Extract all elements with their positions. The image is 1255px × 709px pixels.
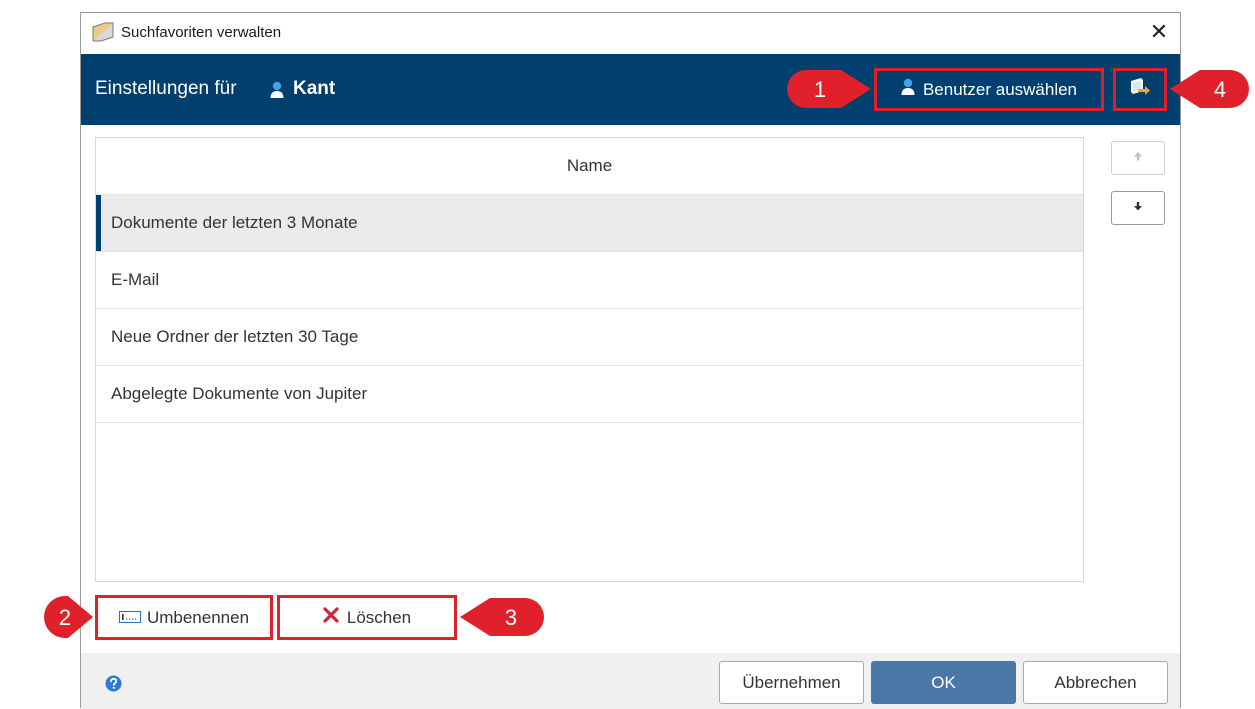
callout-4: 4	[1168, 66, 1254, 117]
list-item-label: Dokumente der letzten 3 Monate	[111, 213, 358, 232]
column-header-name: Name	[96, 138, 1083, 195]
list-item-label: E-Mail	[111, 270, 160, 289]
callout-3: 3	[458, 594, 550, 645]
title-bar: Suchfavoriten verwalten ✕	[81, 13, 1180, 54]
cancel-button[interactable]: Abbrechen	[1023, 661, 1168, 704]
dialog-footer: Übernehmen OK Abbrechen	[81, 653, 1180, 709]
list-item[interactable]: Neue Ordner der letzten 30 Tage	[96, 309, 1083, 366]
list-item-label: Neue Ordner der letzten 30 Tage	[111, 327, 359, 346]
settings-header: Einstellungen für Kant Benutzer auswähle…	[81, 54, 1180, 125]
delete-button[interactable]: Löschen	[277, 595, 457, 640]
user-icon	[901, 78, 915, 101]
move-up-button[interactable]	[1111, 141, 1165, 175]
close-icon: ✕	[1149, 19, 1169, 44]
ok-button[interactable]: OK	[871, 661, 1016, 704]
list-item[interactable]: Abgelegte Dokumente von Jupiter	[96, 366, 1083, 423]
app-icon	[91, 21, 115, 43]
rename-icon	[118, 608, 141, 628]
export-settings-button[interactable]	[1113, 68, 1167, 111]
search-favorites-list: Name Dokumente der letzten 3 Monate E-Ma…	[95, 137, 1084, 582]
select-user-label: Benutzer auswählen	[922, 79, 1078, 99]
callout-2: 2	[42, 594, 94, 645]
current-username: Kant	[293, 78, 336, 99]
callout-number: 3	[504, 605, 518, 630]
select-user-button[interactable]: Benutzer auswählen	[874, 68, 1104, 111]
rename-label: Umbenennen	[146, 607, 250, 627]
list-item[interactable]: Dokumente der letzten 3 Monate	[96, 195, 1083, 252]
help-icon[interactable]	[105, 675, 122, 697]
delete-label: Löschen	[346, 607, 412, 627]
callout-number: 1	[813, 77, 827, 102]
settings-for-label: Einstellungen für	[95, 78, 237, 99]
close-button[interactable]: ✕	[1144, 17, 1174, 47]
callout-1: 1	[783, 66, 873, 117]
list-item[interactable]: E-Mail	[96, 252, 1083, 309]
rename-button[interactable]: Umbenennen	[95, 595, 273, 640]
arrow-down-icon	[1132, 199, 1144, 217]
apply-button[interactable]: Übernehmen	[719, 661, 864, 704]
callout-number: 2	[58, 605, 72, 630]
delete-x-icon	[323, 607, 339, 628]
export-icon	[1129, 77, 1151, 102]
move-down-button[interactable]	[1111, 191, 1165, 225]
window-title: Suchfavoriten verwalten	[121, 24, 282, 41]
list-item-label: Abgelegte Dokumente von Jupiter	[111, 384, 368, 403]
arrow-up-icon	[1132, 149, 1144, 167]
user-icon	[270, 81, 284, 99]
manage-search-favorites-dialog: Suchfavoriten verwalten ✕ Einstellungen …	[80, 12, 1181, 709]
callout-number: 4	[1213, 77, 1227, 102]
